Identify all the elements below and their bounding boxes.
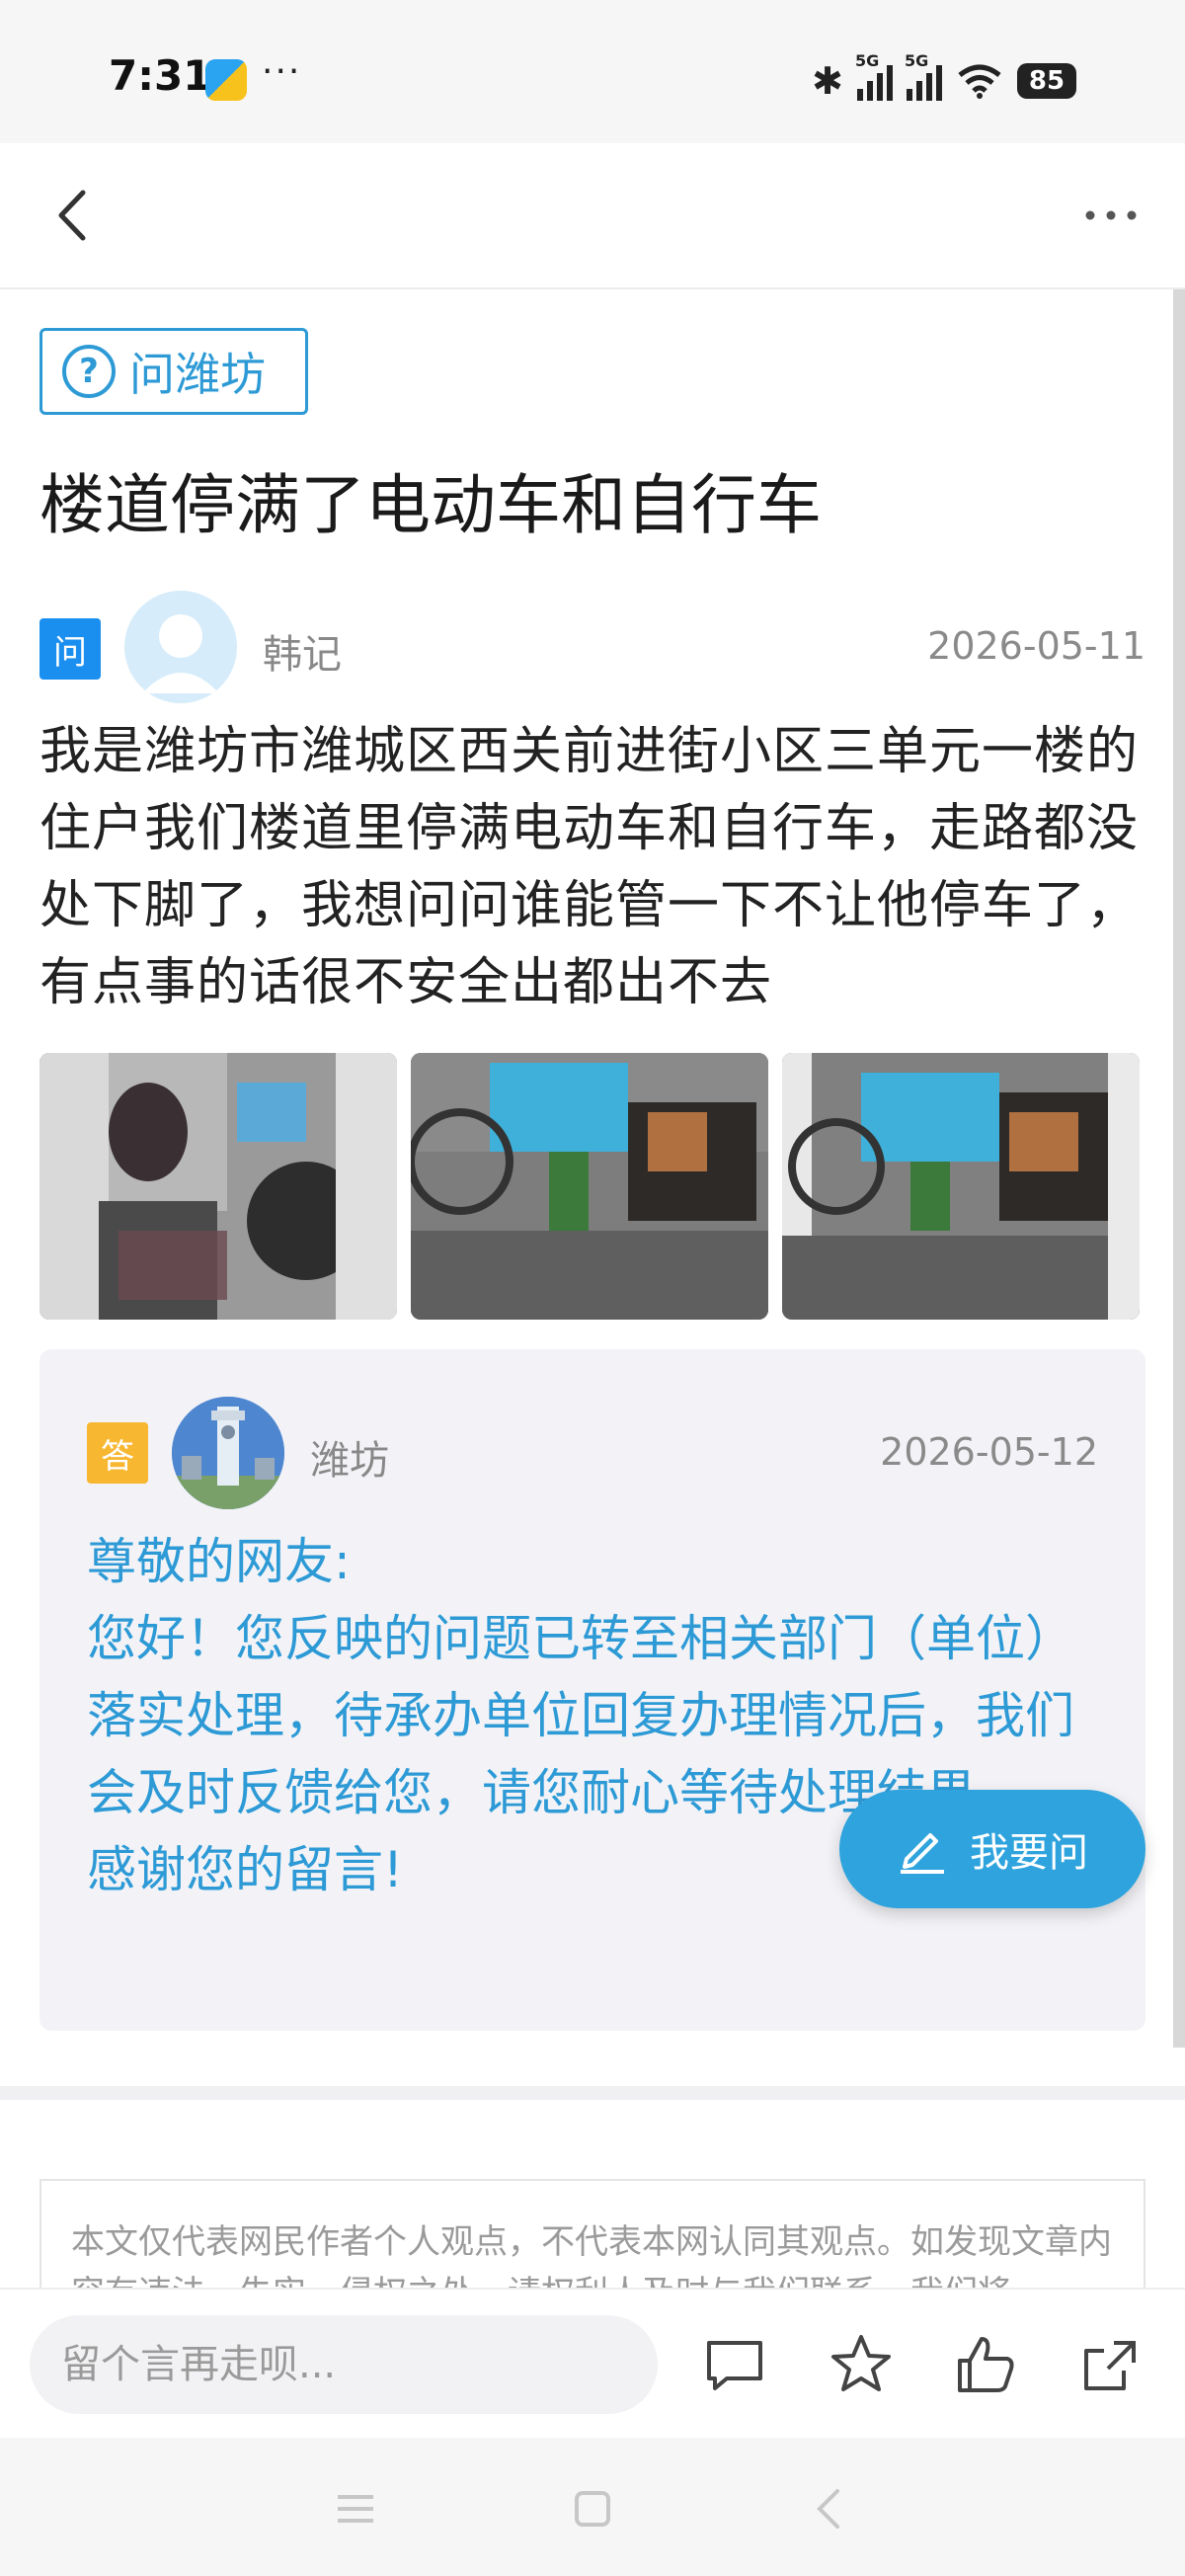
status-indicators: ✱ 5G 5G 85 [812, 51, 1076, 105]
signal-5g-icon-2: 5G [905, 51, 942, 101]
app-notification-icon [205, 59, 247, 101]
wifi-icon [958, 64, 1001, 99]
question-author[interactable]: 韩记 [263, 622, 342, 680]
share-icon[interactable] [1074, 2329, 1146, 2400]
category-tag-label: 问潍坊 [129, 348, 266, 401]
photo-gallery [40, 1053, 1146, 1320]
photo-thumbnail-1[interactable] [40, 1053, 397, 1320]
photo-thumbnail-3[interactable] [782, 1053, 1140, 1320]
question-circle-icon: ? [62, 345, 116, 398]
signal-5g-icon: 5G [855, 51, 893, 101]
landmark-photo-icon [172, 1397, 284, 1509]
scrollbar[interactable] [1173, 289, 1185, 2048]
question-body: 我是潍坊市潍城区西关前进街小区三单元一楼的住户我们楼道里停满电动车和自行车，走路… [40, 722, 1140, 1012]
menu-icon[interactable] [326, 2479, 385, 2538]
ask-question-button[interactable]: 我要问 [839, 1790, 1146, 1908]
status-time: 7:31 [109, 51, 212, 100]
post-title: 楼道停满了电动车和自行车 [40, 467, 822, 543]
comment-icon[interactable] [699, 2329, 770, 2400]
photo-thumbnail-2[interactable] [411, 1053, 768, 1320]
status-bar: 7:31 ··· ✱ 5G 5G 85 [0, 0, 1185, 143]
system-navigation-bar [0, 2438, 1185, 2576]
ask-question-label: 我要问 [970, 1830, 1088, 1876]
comment-input[interactable] [30, 2315, 658, 2414]
question-date: 2026-05-11 [927, 624, 1146, 668]
answer-author[interactable]: 潍坊 [310, 1428, 389, 1486]
edit-pencil-icon [901, 1833, 944, 1874]
answer-badge: 答 [87, 1422, 148, 1484]
default-user-icon [142, 614, 219, 693]
thumbs-up-icon[interactable] [950, 2329, 1021, 2400]
bluetooth-icon: ✱ [812, 59, 843, 103]
more-dots-icon[interactable] [1076, 181, 1146, 250]
question-badge: 问 [40, 618, 101, 680]
bottom-action-bar [0, 2288, 1185, 2438]
section-divider [0, 2086, 1185, 2100]
category-tag[interactable]: ? 问潍坊 [40, 328, 308, 415]
back-chevron-icon[interactable] [40, 181, 109, 250]
answer-card: 答 潍坊 2026-05-12 尊敬的网友: 您好！您反映的问题已转至相关部门（… [40, 1349, 1146, 2031]
official-avatar[interactable] [172, 1397, 284, 1509]
back-icon[interactable] [800, 2479, 859, 2538]
star-icon[interactable] [826, 2329, 897, 2400]
battery-indicator: 85 [1017, 63, 1076, 99]
answer-greeting: 尊敬的网友: [87, 1533, 351, 1590]
home-icon[interactable] [563, 2479, 622, 2538]
status-overflow-dots: ··· [262, 51, 302, 92]
avatar[interactable] [124, 591, 237, 703]
top-nav-bar [0, 143, 1185, 289]
answer-date: 2026-05-12 [880, 1430, 1098, 1474]
